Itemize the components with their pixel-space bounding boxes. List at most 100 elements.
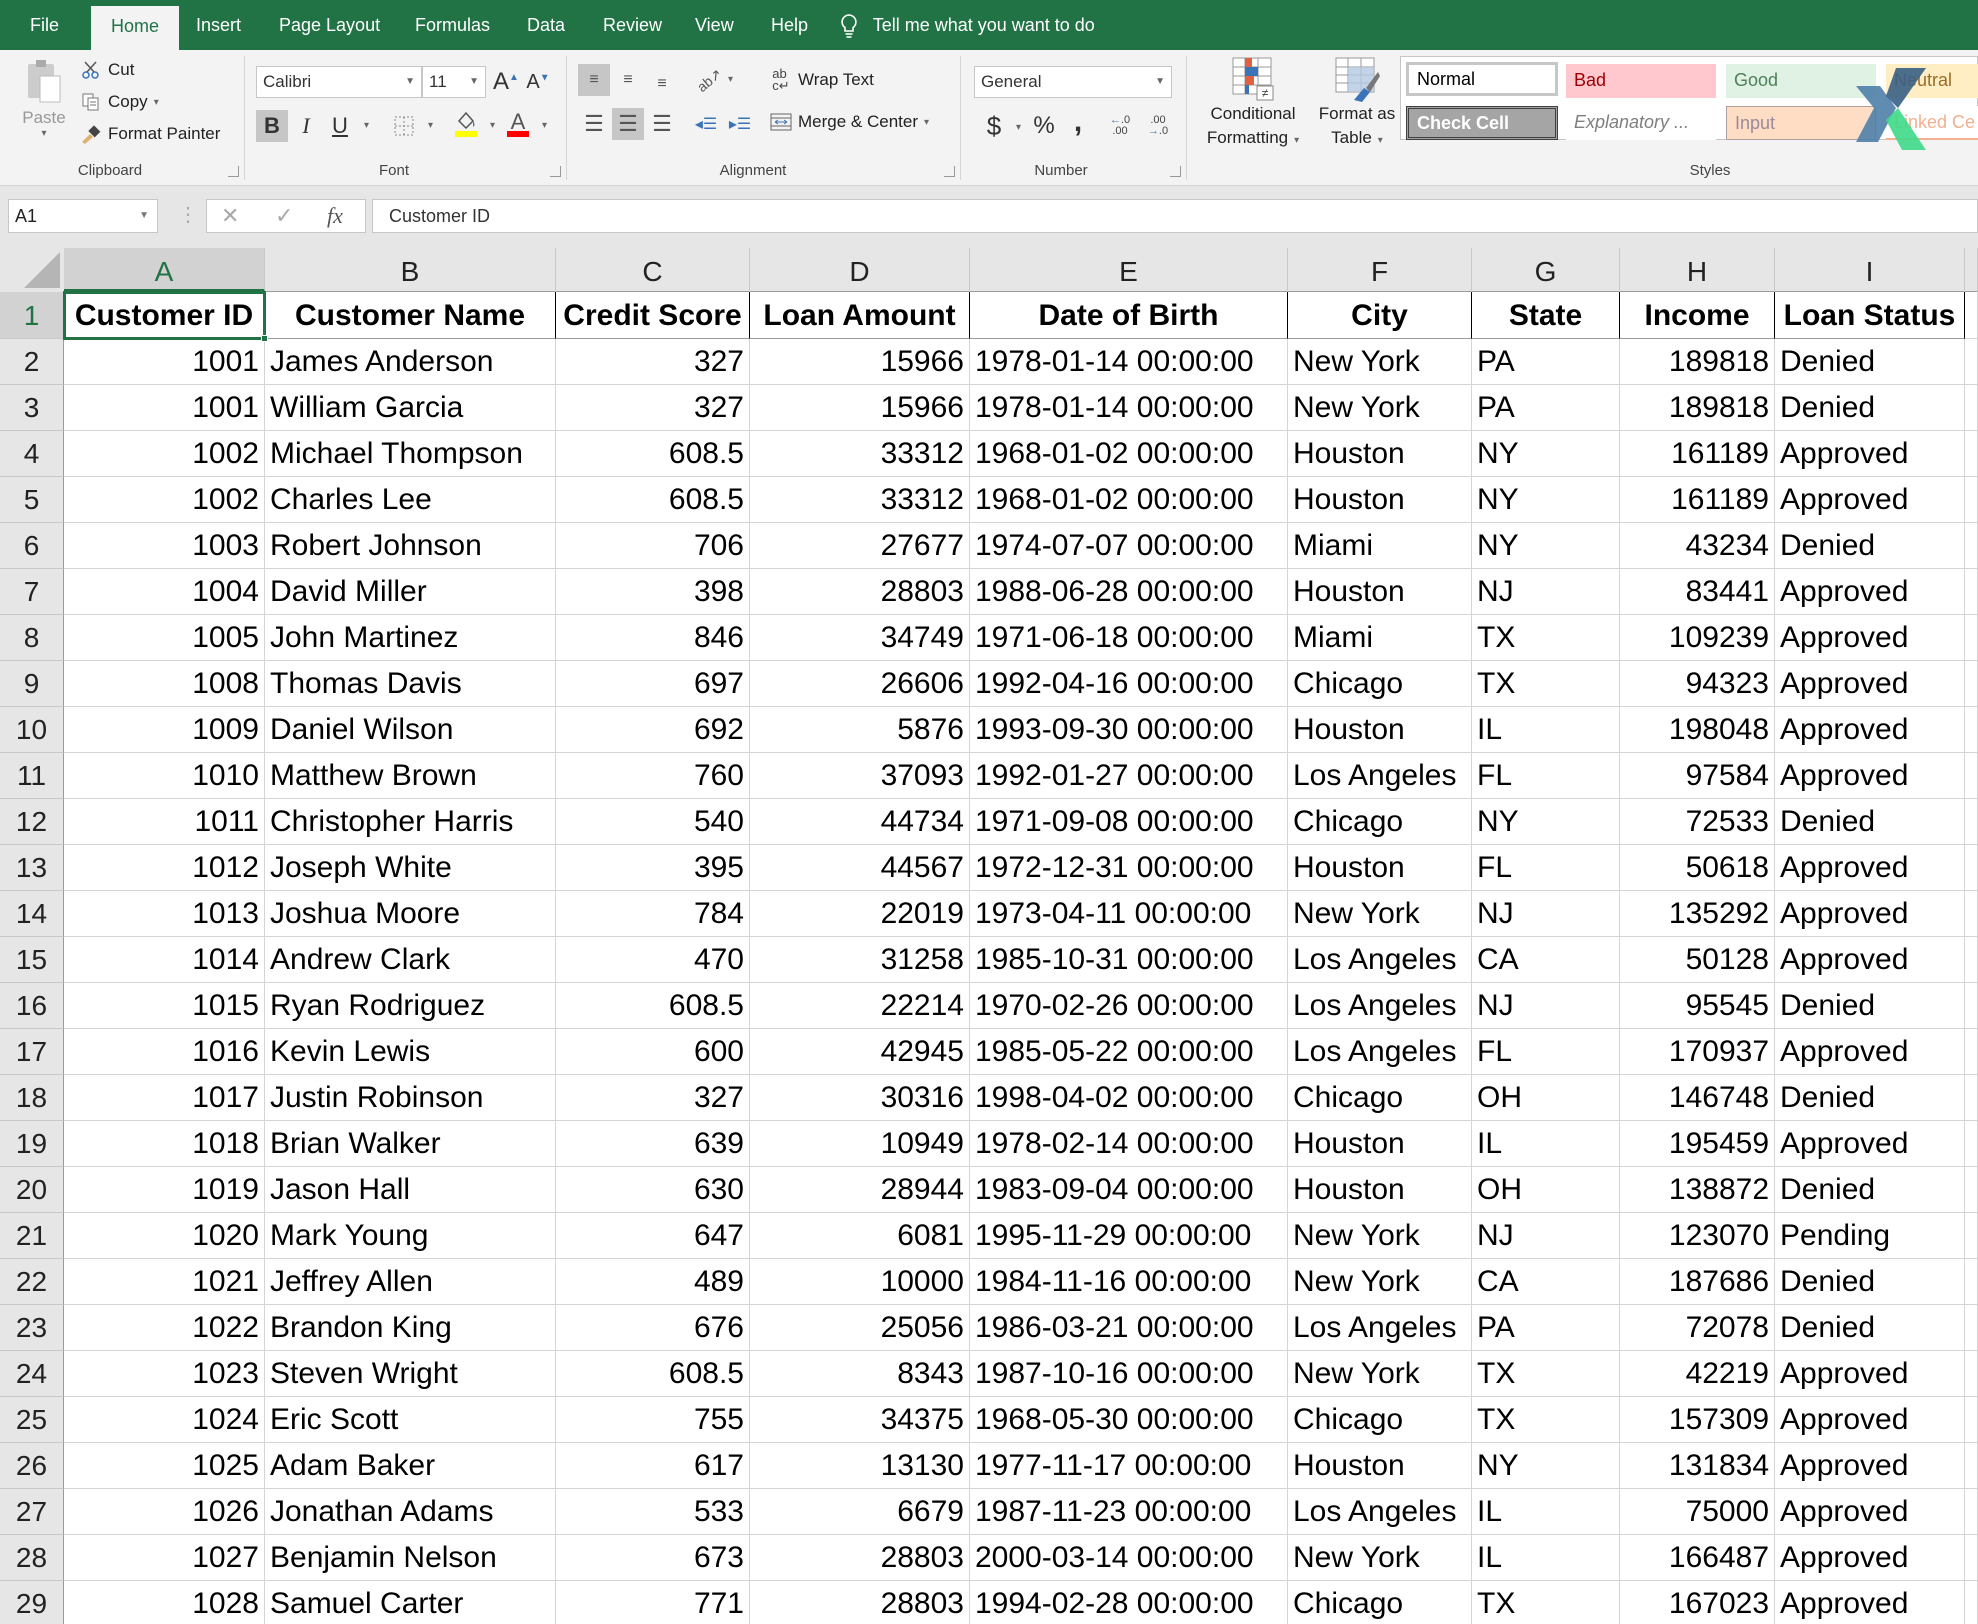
wrap-text-button[interactable]: ab c↵ Wrap Text <box>770 67 874 92</box>
header-cell[interactable]: Credit Score <box>556 292 750 339</box>
table-cell[interactable]: 1002 <box>64 431 265 477</box>
fill-handle[interactable] <box>261 335 268 342</box>
decrease-decimal-button[interactable]: .00 →.0 <box>1140 110 1176 142</box>
table-cell[interactable]: Thomas Davis <box>265 661 556 707</box>
style-good[interactable]: Good <box>1726 64 1876 98</box>
table-cell[interactable]: 327 <box>556 339 750 385</box>
table-cell[interactable]: 1992-04-16 00:00:00 <box>970 661 1288 707</box>
percent-button[interactable]: % <box>1028 110 1060 142</box>
row-header-25[interactable]: 25 <box>0 1397 64 1443</box>
table-cell[interactable]: 95545 <box>1620 983 1775 1029</box>
table-cell[interactable]: 28803 <box>750 569 970 615</box>
table-cell[interactable]: Jeffrey Allen <box>265 1259 556 1305</box>
table-cell[interactable]: Chicago <box>1288 1397 1472 1443</box>
table-cell[interactable]: 50618 <box>1620 845 1775 891</box>
table-cell[interactable]: 170937 <box>1620 1029 1775 1075</box>
table-cell[interactable]: Chicago <box>1288 1075 1472 1121</box>
table-cell[interactable]: Houston <box>1288 569 1472 615</box>
bottom-align-button[interactable]: ≡ <box>646 68 678 100</box>
table-cell[interactable]: New York <box>1288 1213 1472 1259</box>
name-box[interactable]: A1 ▼ <box>8 199 158 233</box>
format-as-table-button[interactable]: Format as Table ▾ <box>1310 56 1404 153</box>
table-cell[interactable]: Houston <box>1288 707 1472 753</box>
borders-dropdown-icon[interactable]: ▾ <box>428 120 433 131</box>
table-cell[interactable]: 673 <box>556 1535 750 1581</box>
table-cell[interactable]: TX <box>1472 615 1620 661</box>
table-cell[interactable]: 1021 <box>64 1259 265 1305</box>
table-cell[interactable]: PA <box>1472 1305 1620 1351</box>
table-cell[interactable] <box>1965 569 1978 615</box>
table-cell[interactable]: Approved <box>1775 753 1965 799</box>
table-cell[interactable]: 647 <box>556 1213 750 1259</box>
table-cell[interactable]: Denied <box>1775 1167 1965 1213</box>
center-button[interactable]: ☰ <box>612 108 644 140</box>
column-header-j[interactable] <box>1965 248 1978 292</box>
table-cell[interactable]: 1968-05-30 00:00:00 <box>970 1397 1288 1443</box>
tab-help[interactable]: Help <box>765 0 814 50</box>
table-cell[interactable]: 8343 <box>750 1351 970 1397</box>
table-cell[interactable]: 489 <box>556 1259 750 1305</box>
table-cell[interactable]: New York <box>1288 339 1472 385</box>
table-cell[interactable]: 1017 <box>64 1075 265 1121</box>
tab-file[interactable]: File <box>24 0 65 50</box>
table-cell[interactable]: Denied <box>1775 983 1965 1029</box>
align-left-button[interactable]: ☰ <box>578 108 610 140</box>
bold-button[interactable]: B <box>256 110 288 142</box>
table-cell[interactable]: 1026 <box>64 1489 265 1535</box>
row-header-20[interactable]: 20 <box>0 1167 64 1213</box>
table-cell[interactable]: Approved <box>1775 1029 1965 1075</box>
table-cell[interactable]: 44567 <box>750 845 970 891</box>
header-cell[interactable]: Loan Status <box>1775 292 1965 339</box>
table-cell[interactable]: 1009 <box>64 707 265 753</box>
table-cell[interactable]: 784 <box>556 891 750 937</box>
table-cell[interactable]: 1987-10-16 00:00:00 <box>970 1351 1288 1397</box>
paste-button[interactable]: Paste ▾ <box>14 56 74 139</box>
row-header-15[interactable]: 15 <box>0 937 64 983</box>
table-cell[interactable]: OH <box>1472 1075 1620 1121</box>
table-cell[interactable]: 44734 <box>750 799 970 845</box>
table-cell[interactable]: 1022 <box>64 1305 265 1351</box>
table-cell[interactable]: NY <box>1472 431 1620 477</box>
table-cell[interactable]: 1028 <box>64 1581 265 1624</box>
table-cell[interactable]: 608.5 <box>556 477 750 523</box>
style-normal[interactable]: Normal <box>1406 62 1558 96</box>
font-color-button[interactable]: A <box>502 108 534 140</box>
table-cell[interactable]: 327 <box>556 385 750 431</box>
table-cell[interactable] <box>1965 983 1978 1029</box>
cut-button[interactable]: Cut <box>80 60 134 80</box>
table-cell[interactable]: 1971-06-18 00:00:00 <box>970 615 1288 661</box>
row-header-23[interactable]: 23 <box>0 1305 64 1351</box>
row-header-6[interactable]: 6 <box>0 523 64 569</box>
table-cell[interactable]: 146748 <box>1620 1075 1775 1121</box>
table-cell[interactable]: 72078 <box>1620 1305 1775 1351</box>
table-cell[interactable]: 15966 <box>750 339 970 385</box>
table-cell[interactable]: 600 <box>556 1029 750 1075</box>
table-cell[interactable]: 33312 <box>750 477 970 523</box>
table-cell[interactable]: IL <box>1472 1489 1620 1535</box>
table-cell[interactable]: 1013 <box>64 891 265 937</box>
row-header-17[interactable]: 17 <box>0 1029 64 1075</box>
tab-page-layout[interactable]: Page Layout <box>273 0 386 50</box>
font-dialog-launcher-icon[interactable] <box>550 166 561 177</box>
table-cell[interactable]: 676 <box>556 1305 750 1351</box>
table-cell[interactable]: Los Angeles <box>1288 983 1472 1029</box>
table-cell[interactable]: 1024 <box>64 1397 265 1443</box>
column-header-b[interactable]: B <box>265 248 556 292</box>
header-cell[interactable]: Date of Birth <box>970 292 1288 339</box>
row-header-9[interactable]: 9 <box>0 661 64 707</box>
table-cell[interactable]: Eric Scott <box>265 1397 556 1443</box>
tab-data[interactable]: Data <box>521 0 571 50</box>
table-cell[interactable]: 135292 <box>1620 891 1775 937</box>
table-cell[interactable]: 131834 <box>1620 1443 1775 1489</box>
number-format-select[interactable]: General ▼ <box>974 66 1172 98</box>
table-cell[interactable]: 1018 <box>64 1121 265 1167</box>
tab-view[interactable]: View <box>689 0 740 50</box>
clipboard-dialog-launcher-icon[interactable] <box>228 166 239 177</box>
table-cell[interactable]: 72533 <box>1620 799 1775 845</box>
underline-button[interactable]: U <box>324 110 356 142</box>
table-cell[interactable]: 617 <box>556 1443 750 1489</box>
column-header-g[interactable]: G <box>1472 248 1620 292</box>
table-cell[interactable] <box>1965 753 1978 799</box>
fill-color-button[interactable] <box>450 108 482 140</box>
table-cell[interactable]: 630 <box>556 1167 750 1213</box>
